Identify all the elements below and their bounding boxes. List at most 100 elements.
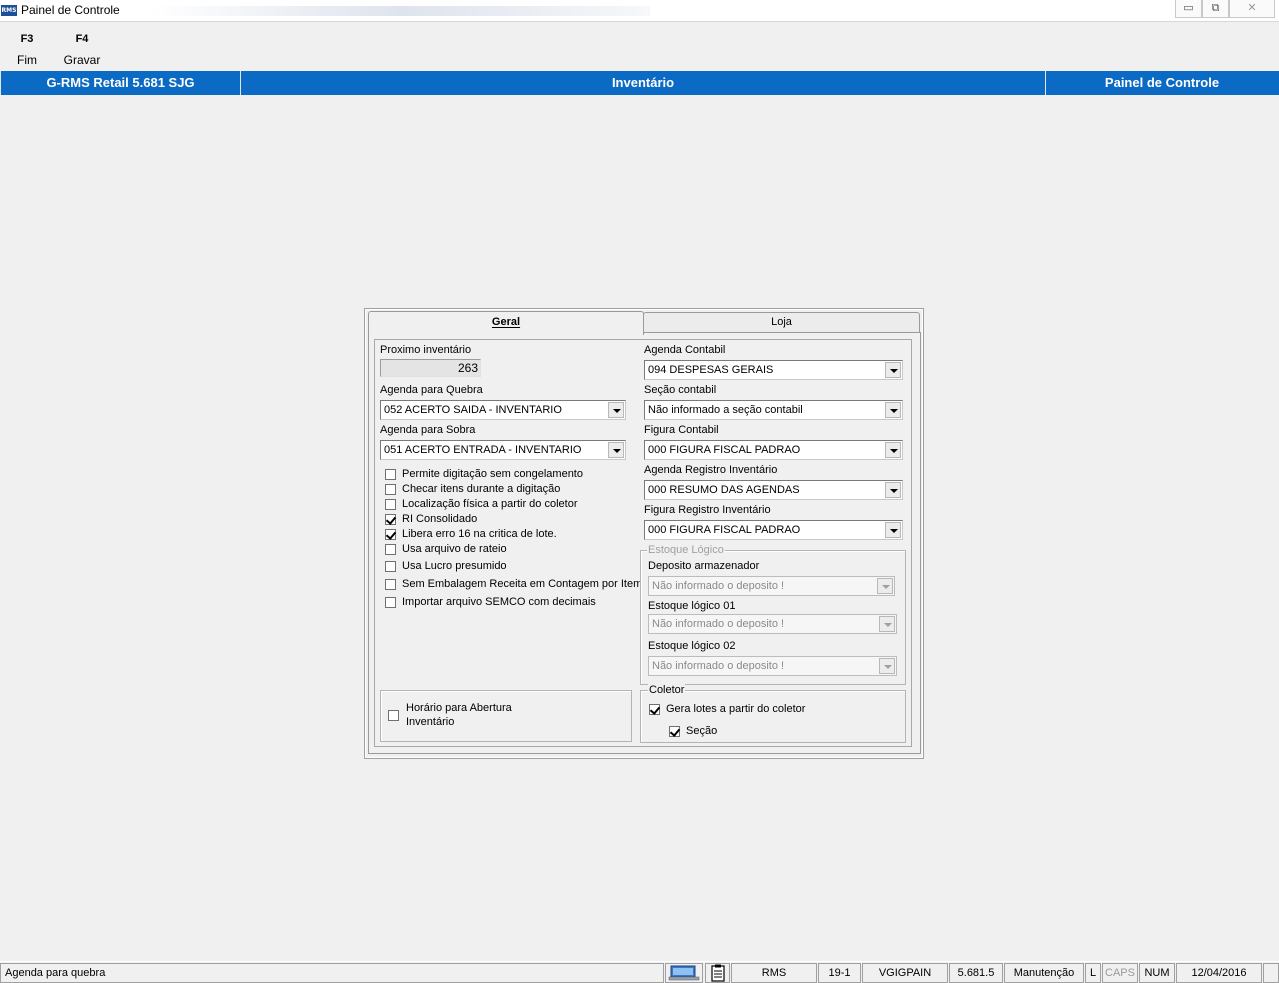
checkbox-localizacao-fisica[interactable] — [385, 499, 396, 510]
agenda-contabil-label: Agenda Contabil — [644, 344, 726, 356]
checkbox-label: Sem Embalagem Receita em Contagem por It… — [402, 578, 643, 590]
restore-button[interactable]: ⧉ — [1202, 0, 1229, 18]
estoque02-select[interactable]: Não informado o deposito ! — [648, 656, 897, 676]
tab-loja[interactable]: Loja — [643, 312, 920, 332]
estoque-logico-legend: Estoque Lógico — [647, 544, 725, 556]
secao-contabil-label: Seção contabil — [644, 384, 717, 396]
app-logo-icon: RMS — [1, 5, 17, 16]
figura-contabil-select[interactable]: 000 FIGURA FISCAL PADRAO — [644, 440, 903, 460]
status-user: RMS — [731, 963, 817, 983]
f4-key-label: F4 — [75, 33, 89, 45]
deposito-value: Não informado o deposito ! — [652, 580, 785, 592]
chevron-down-icon[interactable] — [879, 616, 895, 632]
horario-label-line2: Inventário — [406, 716, 455, 728]
window-title: Painel de Controle — [21, 3, 120, 17]
status-mode: Manutenção — [1004, 963, 1084, 983]
checkbox-usa-arquivo-rateio[interactable] — [385, 544, 396, 555]
chevron-down-icon[interactable] — [885, 442, 901, 458]
checkbox-usa-lucro-presumido[interactable] — [385, 561, 396, 572]
secao-contabil-select[interactable]: Não informado a seção contabil — [644, 400, 903, 420]
chevron-down-icon[interactable] — [885, 402, 901, 418]
chevron-down-icon[interactable] — [885, 522, 901, 538]
checkbox-label: Libera erro 16 na critica de lote. — [402, 528, 557, 540]
status-program: VGIGPAIN — [862, 963, 948, 983]
agenda-quebra-value: 052 ACERTO SAIDA - INVENTARIO — [384, 404, 562, 416]
title-bar-background-blur — [150, 6, 650, 16]
checkbox-permite-digitacao[interactable] — [385, 469, 396, 480]
chevron-down-icon[interactable] — [885, 482, 901, 498]
tab-geral[interactable]: Geral — [368, 311, 644, 335]
agenda-sobra-select[interactable]: 051 ACERTO ENTRADA - INVENTARIO — [380, 440, 626, 460]
checkbox-label: Usa Lucro presumido — [402, 560, 507, 572]
minimize-button[interactable]: ▭ — [1175, 0, 1202, 18]
status-resize-grip — [1263, 963, 1279, 983]
checkbox-ri-consolidado[interactable] — [385, 514, 396, 525]
status-date: 12/04/2016 — [1176, 963, 1262, 983]
estoque02-label: Estoque lógico 02 — [648, 640, 736, 652]
clipboard-icon — [705, 963, 730, 983]
agenda-contabil-value: 094 DESPESAS GERAIS — [648, 364, 774, 376]
checkbox-sem-embalagem[interactable] — [385, 579, 396, 590]
figura-registro-value: 000 FIGURA FISCAL PADRAO — [648, 524, 801, 536]
checkbox-libera-erro-16[interactable] — [385, 529, 396, 540]
checkbox-checar-itens[interactable] — [385, 484, 396, 495]
checkbox-label: Localização física a partir do coletor — [402, 498, 578, 510]
horario-label: Horário para Abertura — [406, 702, 512, 714]
checkbox-label: RI Consolidado — [402, 513, 478, 525]
proximo-inventario-field: 263 — [380, 359, 481, 377]
chevron-down-icon[interactable] — [879, 658, 895, 674]
checkbox-label: Usa arquivo de rateio — [402, 543, 507, 555]
gera-lotes-label: Gera lotes a partir do coletor — [666, 703, 806, 715]
agenda-registro-label: Agenda Registro Inventário — [644, 464, 778, 476]
close-button[interactable]: ✕ — [1229, 0, 1275, 18]
figura-registro-select[interactable]: 000 FIGURA FISCAL PADRAO — [644, 520, 903, 540]
figura-contabil-label: Figura Contabil — [644, 424, 719, 436]
chevron-down-icon[interactable] — [877, 578, 893, 594]
chevron-down-icon[interactable] — [885, 362, 901, 378]
gravar-button[interactable]: F4 Gravar — [57, 33, 107, 67]
secao-label: Seção — [686, 725, 718, 737]
estoque01-value: Não informado o deposito ! — [652, 618, 785, 630]
deposito-label: Deposito armazenador — [648, 560, 760, 572]
agenda-registro-value: 000 RESUMO DAS AGENDAS — [648, 484, 800, 496]
deposito-select[interactable]: Não informado o deposito ! — [648, 576, 895, 596]
secao-contabil-value: Não informado a seção contabil — [648, 404, 803, 416]
checkbox-label: Permite digitação sem congelamento — [402, 468, 583, 480]
agenda-contabil-select[interactable]: 094 DESPESAS GERAIS — [644, 360, 903, 380]
chevron-down-icon[interactable] — [608, 402, 624, 418]
status-bar: Agenda para quebra RMS 19-1 VGIGPAIN 5.6… — [0, 961, 1279, 983]
checkbox-importar-semco[interactable] — [385, 597, 396, 608]
module-title: Inventário — [241, 71, 1046, 95]
status-message: Agenda para quebra — [0, 963, 664, 983]
figura-contabil-value: 000 FIGURA FISCAL PADRAO — [648, 444, 801, 456]
agenda-quebra-label: Agenda para Quebra — [380, 384, 483, 396]
status-code: 19-1 — [818, 963, 861, 983]
agenda-quebra-select[interactable]: 052 ACERTO SAIDA - INVENTARIO — [380, 400, 626, 420]
title-bar: RMS Painel de Controle ▭ ⧉ ✕ — [0, 0, 1279, 22]
checkbox-secao[interactable] — [669, 726, 680, 737]
figura-registro-label: Figura Registro Inventário — [644, 504, 771, 516]
checkbox-label: Checar itens durante a digitação — [402, 483, 561, 495]
status-l: L — [1085, 963, 1101, 983]
tab-loja-label: Loja — [771, 316, 792, 328]
coletor-legend: Coletor — [648, 684, 686, 696]
gravar-label: Gravar — [63, 53, 101, 67]
estoque02-value: Não informado o deposito ! — [652, 660, 785, 672]
chevron-down-icon[interactable] — [608, 442, 624, 458]
fim-button[interactable]: F3 Fim — [2, 33, 52, 67]
checkbox-gera-lotes[interactable] — [649, 704, 660, 715]
proximo-inventario-label: Proximo inventário — [380, 344, 472, 356]
fim-label: Fim — [17, 53, 37, 67]
status-num: NUM — [1139, 963, 1175, 983]
agenda-sobra-label: Agenda para Sobra — [380, 424, 476, 436]
estoque01-select[interactable]: Não informado o deposito ! — [648, 614, 897, 634]
screen-title: Painel de Controle — [1104, 75, 1220, 90]
tab-geral-label: Geral — [491, 316, 521, 328]
agenda-registro-select[interactable]: 000 RESUMO DAS AGENDAS — [644, 480, 903, 500]
header-bar: G-RMS Retail 5.681 SJG Inventário Painel… — [0, 71, 1279, 95]
checkbox-horario-abertura[interactable] — [388, 710, 399, 721]
status-version: 5.681.5 — [949, 963, 1003, 983]
checkbox-label: Importar arquivo SEMCO com decimais — [402, 596, 596, 608]
agenda-sobra-value: 051 ACERTO ENTRADA - INVENTARIO — [384, 444, 582, 456]
estoque01-label: Estoque lógico 01 — [648, 600, 736, 612]
